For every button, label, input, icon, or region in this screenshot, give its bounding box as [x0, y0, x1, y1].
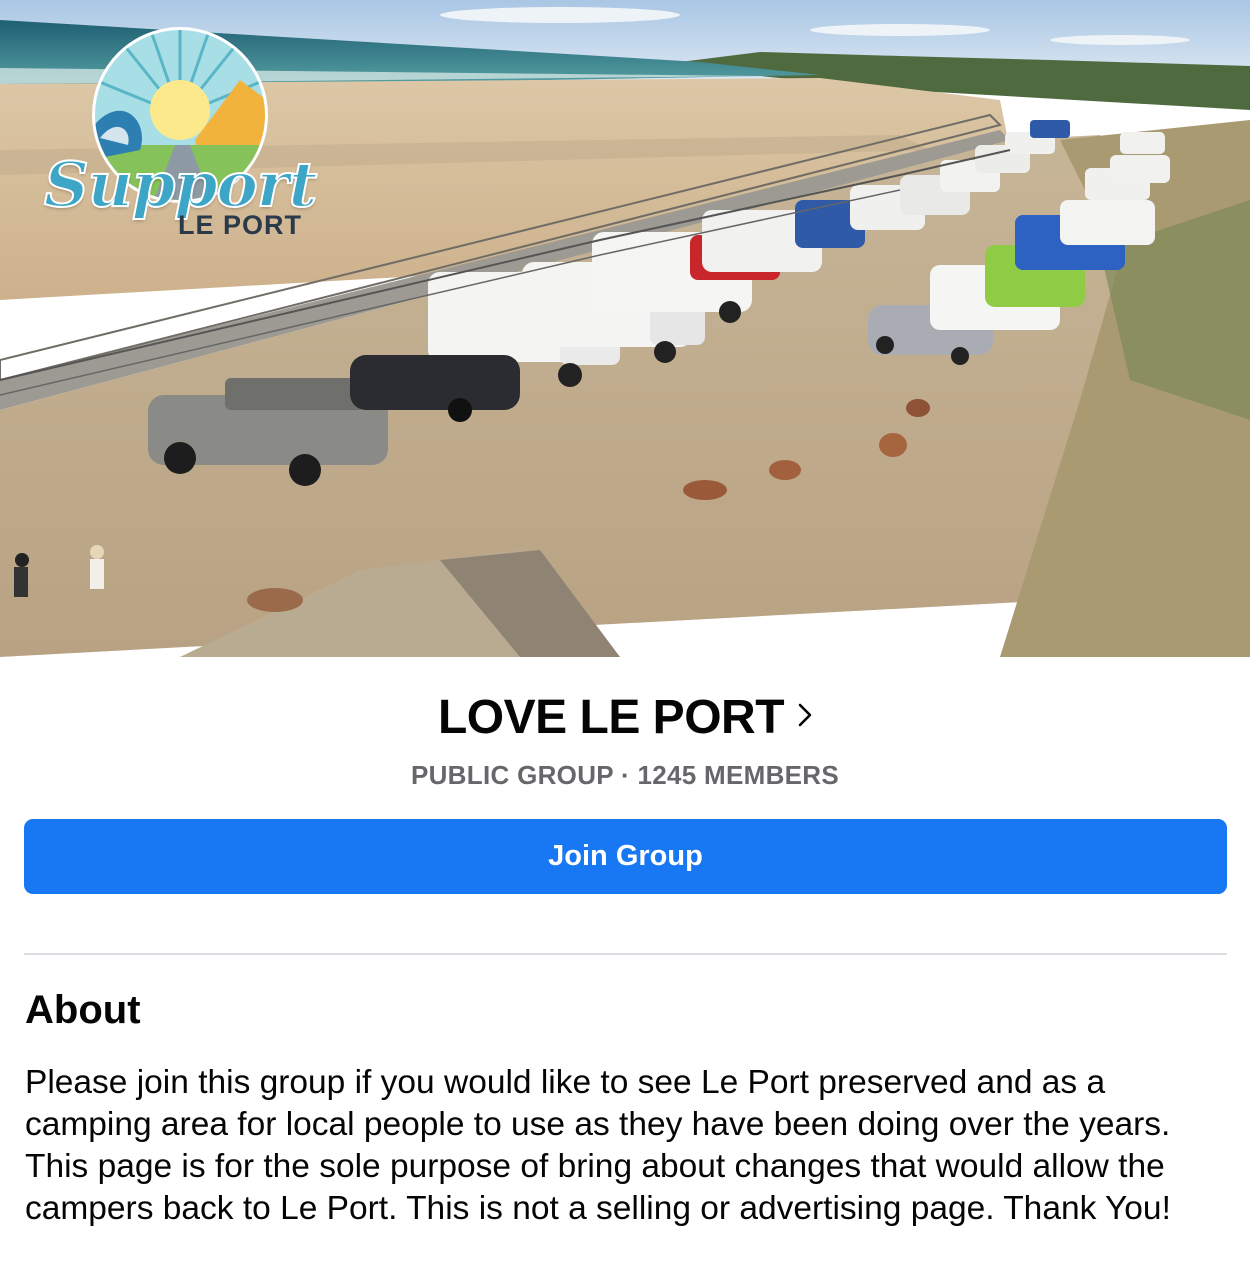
group-privacy-member-count: PUBLIC GROUP · 1245 MEMBERS [410, 760, 840, 790]
about-heading: About [25, 988, 141, 1032]
support-le-port-logo: Support LE PORT [40, 20, 318, 250]
section-divider [24, 953, 1227, 955]
chevron-right-icon[interactable] [798, 703, 812, 732]
join-group-button[interactable]: Join Group [24, 819, 1227, 894]
group-name[interactable]: LOVE LE PORT [438, 691, 785, 744]
about-description: Please join this group if you would like… [25, 1064, 1171, 1227]
group-title-row[interactable]: LOVE LE PORT [0, 690, 1250, 745]
logo-subtitle-text: LE PORT [178, 210, 303, 240]
cover-photo[interactable]: Support LE PORT [0, 0, 1250, 657]
